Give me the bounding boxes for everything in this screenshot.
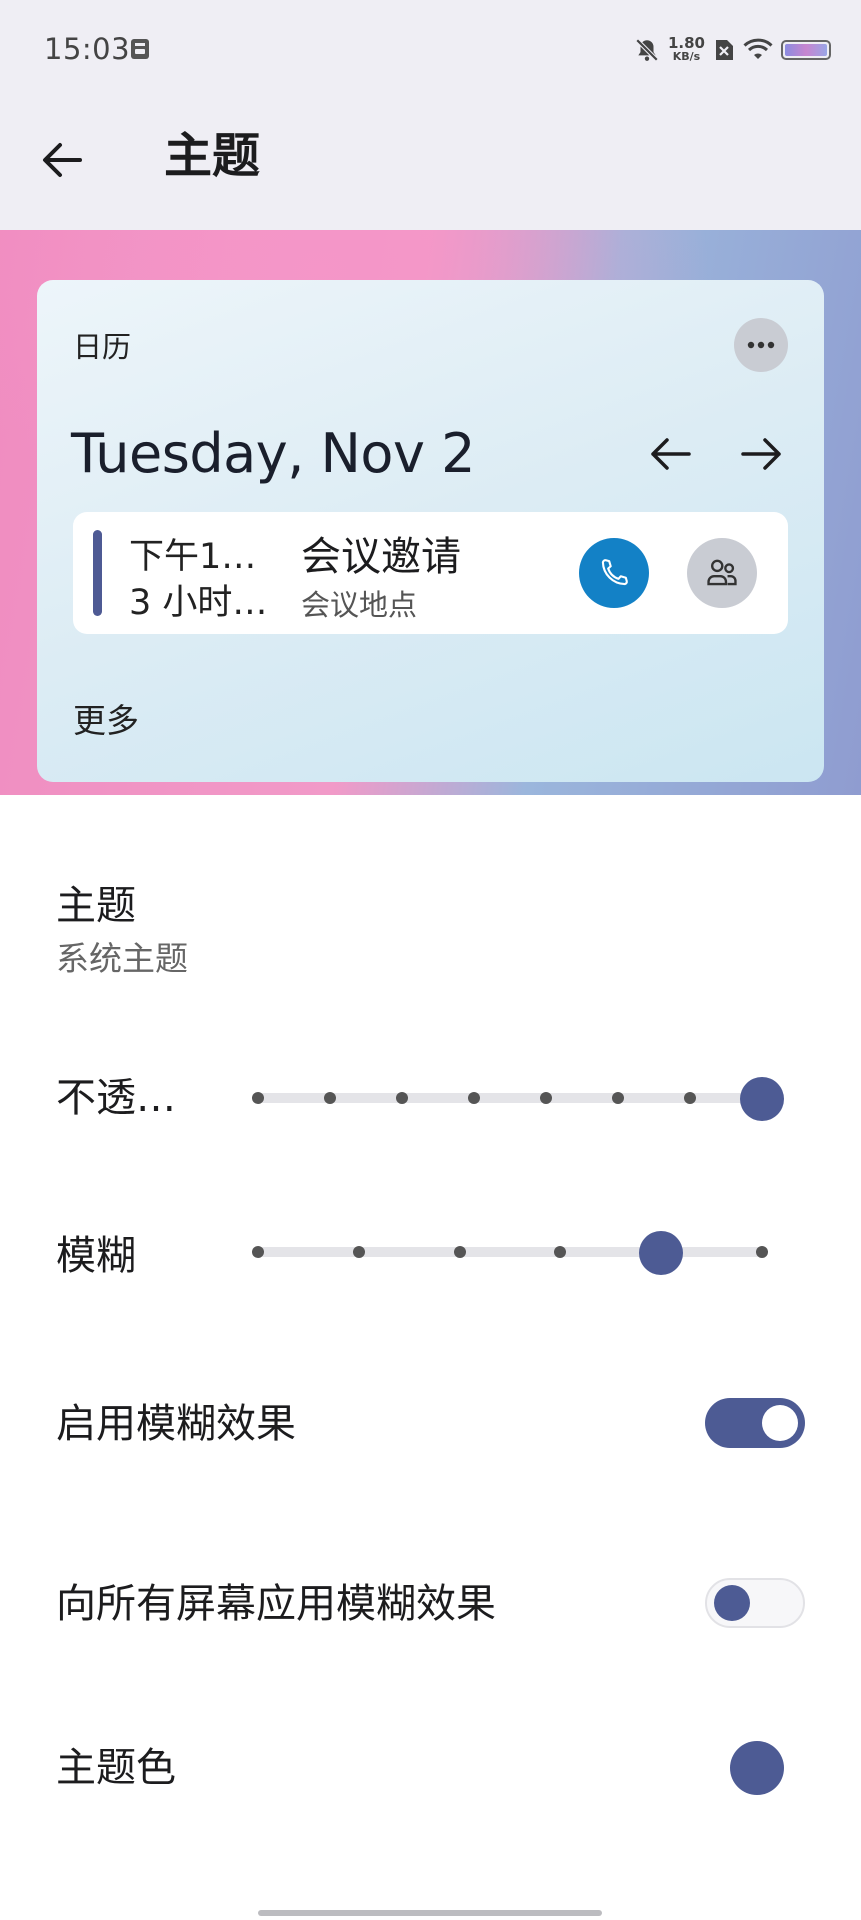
blur-all-screens-toggle[interactable]: [705, 1578, 805, 1628]
blur-slider[interactable]: [250, 1222, 770, 1282]
widget-date: Tuesday, Nov 2: [71, 422, 475, 485]
theme-color-label: 主题色: [56, 1745, 176, 1791]
slider-step-dot: [540, 1092, 552, 1104]
opacity-slider[interactable]: [250, 1068, 784, 1128]
status-time: 15:03: [44, 32, 131, 66]
blur-slider-track: [258, 1247, 762, 1257]
slider-thumb[interactable]: [639, 1231, 684, 1275]
opacity-label: 不透…: [56, 1075, 176, 1121]
event-title: 会议邀请: [301, 534, 461, 580]
slider-step-dot: [756, 1246, 768, 1258]
status-icons: 1.80 KB/s: [634, 30, 831, 70]
app-bar: 主题: [0, 100, 861, 230]
theme-setting[interactable]: 主题 系统主题: [56, 880, 188, 984]
slider-step-dot: [684, 1092, 696, 1104]
page-title: 主题: [164, 128, 261, 184]
people-icon: [707, 559, 737, 586]
widget-more-button[interactable]: [734, 318, 788, 372]
slider-step-dot: [352, 1246, 365, 1258]
slider-step-dot: [396, 1092, 408, 1104]
home-indicator[interactable]: [258, 1910, 602, 1916]
arrow-left-icon[interactable]: [647, 430, 695, 478]
event-duration: 3 小时…: [129, 583, 268, 623]
slider-step-dot: [612, 1092, 624, 1104]
network-speed-value: 1.80: [667, 34, 705, 52]
slider-step-dot: [468, 1092, 480, 1104]
enable-blur-toggle[interactable]: [705, 1398, 805, 1448]
slider-thumb[interactable]: [740, 1077, 784, 1121]
network-speed-unit: KB/s: [672, 50, 701, 63]
wifi-icon: [743, 38, 773, 59]
event-card[interactable]: 下午1… 3 小时… 会议邀请 会议地点: [73, 512, 788, 634]
back-arrow-icon[interactable]: [36, 134, 88, 186]
join-call-button[interactable]: [579, 538, 649, 608]
event-location: 会议地点: [301, 588, 418, 622]
event-time-start: 下午1…: [129, 537, 257, 577]
toggle-knob: [762, 1405, 798, 1441]
theme-setting-value: 系统主题: [56, 939, 188, 978]
sim-disabled-icon: [716, 40, 733, 60]
battery-level: [785, 44, 827, 56]
arrow-right-icon[interactable]: [737, 430, 785, 478]
widget-more-link[interactable]: 更多: [73, 694, 139, 742]
bell-muted-icon: [635, 38, 659, 62]
calendar-widget: 日历 Tuesday, Nov 2 下午1… 3 小时… 会议邀请 会议地点 更…: [37, 280, 824, 782]
battery-icon: [781, 40, 831, 60]
event-color-bar: [93, 530, 102, 616]
phone-icon: [601, 559, 628, 586]
slider-step-dot: [252, 1246, 264, 1258]
network-speed: 1.80 KB/s: [668, 36, 705, 64]
enable-blur-label: 启用模糊效果: [56, 1401, 296, 1447]
sd-card-icon: [131, 39, 149, 59]
blur-label: 模糊: [56, 1233, 136, 1279]
slider-step-dot: [252, 1092, 264, 1104]
slider-step-dot: [324, 1092, 336, 1104]
theme-setting-label: 主题: [56, 883, 136, 929]
slider-step-dot: [453, 1246, 466, 1258]
blur-all-screens-label: 向所有屏幕应用模糊效果: [56, 1581, 496, 1627]
toggle-knob: [714, 1585, 750, 1621]
attendees-button[interactable]: [687, 538, 757, 608]
more-dots-icon: [747, 341, 775, 349]
widget-preview: 日历 Tuesday, Nov 2 下午1… 3 小时… 会议邀请 会议地点 更…: [0, 230, 861, 795]
widget-title: 日历: [73, 330, 132, 364]
theme-color-swatch[interactable]: [730, 1741, 784, 1795]
status-bar: 15:03 1.80 KB/s: [0, 0, 861, 100]
